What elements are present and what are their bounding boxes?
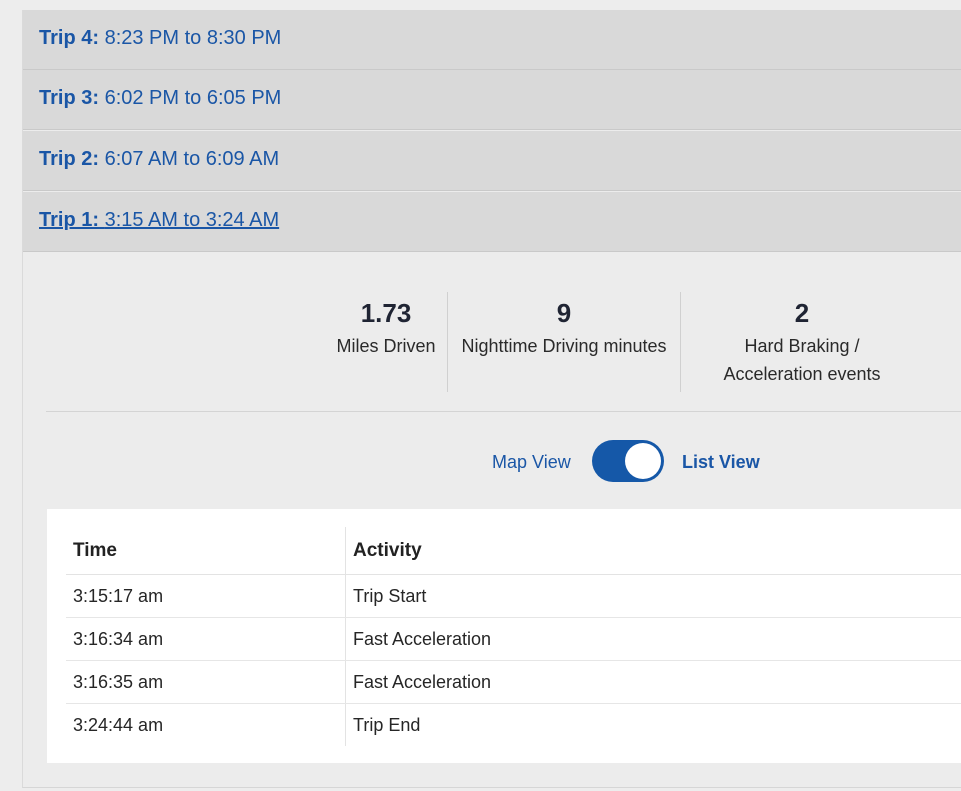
stat-value: 1.73	[360, 298, 412, 328]
table-row: 3:16:35 am Fast Acceleration	[66, 660, 961, 704]
trip-label[interactable]: Trip 4: 8:23 PM to 8:30 PM	[39, 27, 281, 50]
cell-time: 3:16:34 am	[66, 617, 346, 661]
trip-label[interactable]: Trip 2: 6:07 AM to 6:09 AM	[39, 148, 279, 171]
cell-activity: Trip End	[353, 714, 421, 735]
stat-value: 9	[556, 298, 572, 328]
table-header-row: Time Activity	[66, 527, 961, 575]
trip-label[interactable]: Trip 1: 3:15 AM to 3:24 AM	[39, 209, 279, 232]
stat-miles-driven: 1.73 Miles Driven	[328, 292, 444, 360]
stat-value: 2	[794, 298, 810, 328]
stat-caption: Miles Driven	[336, 336, 436, 356]
column-header-activity: Activity	[345, 527, 961, 575]
cell-activity: Trip Start	[345, 574, 961, 618]
activity-table: Time Activity 3:15:17 am Trip Start 3:16…	[66, 527, 961, 746]
view-toggle: Map View List View	[23, 440, 961, 482]
trip-row-1[interactable]: Trip 1: 3:15 AM to 3:24 AM	[23, 192, 961, 252]
list-view-label[interactable]: List View	[682, 452, 760, 473]
trip-label[interactable]: Trip 3: 6:02 PM to 6:05 PM	[39, 87, 281, 110]
trip-panel: Trip 4: 8:23 PM to 8:30 PM Trip 3: 6:02 …	[22, 10, 961, 788]
cell-activity: Fast Acceleration	[345, 617, 961, 661]
stat-nighttime-minutes: 9 Nighttime Driving minutes	[448, 292, 680, 360]
trip-row-4[interactable]: Trip 4: 8:23 PM to 8:30 PM	[23, 10, 961, 70]
table-row: 3:15:17 am Trip Start	[66, 574, 961, 618]
trip-row-2[interactable]: Trip 2: 6:07 AM to 6:09 AM	[23, 131, 961, 191]
trip-row-3[interactable]: Trip 3: 6:02 PM to 6:05 PM	[23, 70, 961, 130]
map-view-label[interactable]: Map View	[492, 452, 571, 473]
table-row: 3:24:44 am Trip End	[66, 703, 961, 746]
column-header-time: Time	[66, 527, 346, 575]
view-switch[interactable]	[592, 440, 664, 482]
activity-table-card: Time Activity 3:15:17 am Trip Start 3:16…	[47, 509, 961, 763]
stat-caption: Hard Braking / Acceleration events	[723, 336, 881, 384]
cell-time: 3:24:44 am	[66, 703, 346, 746]
trip-stats: 1.73 Miles Driven 9 Nighttime Driving mi…	[23, 292, 961, 402]
stat-caption: Nighttime Driving minutes	[461, 336, 667, 356]
section-divider	[46, 411, 961, 412]
cell-time: 3:15:17 am	[66, 574, 346, 618]
table-row: 3:16:34 am Fast Acceleration	[66, 617, 961, 661]
cell-time: 3:16:35 am	[66, 660, 346, 704]
switch-knob	[625, 443, 661, 479]
cell-activity: Fast Acceleration	[345, 660, 961, 704]
stat-hard-braking: 2 Hard Braking / Acceleration events	[681, 292, 923, 388]
